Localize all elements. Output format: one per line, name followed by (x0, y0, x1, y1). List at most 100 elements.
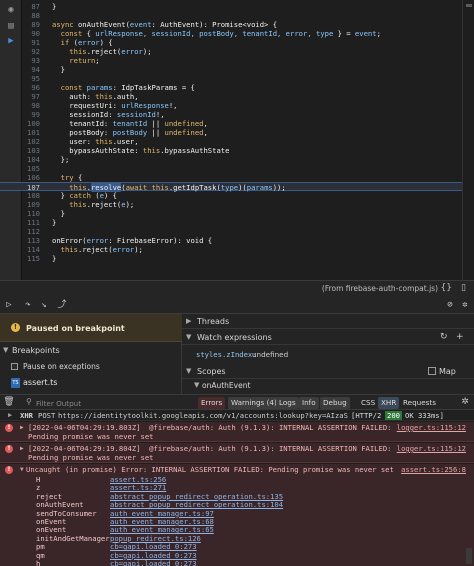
code-line[interactable]: 90 const { urlResponse, sessionId, postB… (0, 29, 474, 38)
line-number[interactable]: 106 (22, 173, 40, 182)
line-number[interactable]: 112 (22, 227, 40, 236)
code-line[interactable]: 87} (0, 2, 474, 11)
stack-frame[interactable]: h cb=gapi.loaded_0:273 (0, 559, 474, 566)
code-editor[interactable]: ◉ ▤ ▶ 87} 88 89 async onAuthEvent(event: Au… (0, 0, 474, 280)
stack-frame-location[interactable]: cb=gapi.loaded_0:273 (110, 559, 197, 566)
breakpoints-section-header[interactable]: ▼ Breakpoints (0, 344, 182, 358)
line-number[interactable]: 101 (22, 128, 40, 137)
code-line[interactable]: 109 this.reject(e); (0, 200, 474, 209)
network-request-row[interactable]: ▶ XHR POST https://identitytoolkit.googl… (0, 410, 474, 421)
errors-filter-button[interactable]: Errors (198, 397, 226, 409)
code-line[interactable]: 99 sessionId: sessionId!, (0, 110, 474, 119)
refresh-icon[interactable]: ↻ (440, 332, 448, 342)
expand-triangle-icon[interactable]: ▶ (8, 411, 12, 419)
code-line-current[interactable]: 107 this.resolve(await this.getIdpTask(t… (0, 182, 474, 192)
resume-icon[interactable]: ▷ (3, 299, 15, 311)
step-into-icon[interactable]: ↘ (38, 299, 50, 311)
line-number[interactable]: 102 (22, 137, 40, 146)
pause-on-exceptions-row[interactable]: Pause on exceptions (0, 360, 182, 374)
code-line[interactable]: 94 } (0, 65, 474, 74)
line-number[interactable]: 113 (22, 236, 40, 245)
code-line[interactable]: 110 } (0, 209, 474, 218)
info-filter-button[interactable]: Info (299, 397, 319, 409)
code-line[interactable]: 100 tenantId: tenantId || undefined, (0, 119, 474, 128)
code-line[interactable]: 105 (0, 164, 474, 173)
uncaught-error-message[interactable]: ! ▼ Uncaught (in promise) Error: INTERNA… (0, 464, 474, 566)
error-source-link[interactable]: logger.ts:115:12 (397, 444, 466, 453)
breakpoint-file-row[interactable]: TS assert.ts (0, 376, 182, 390)
code-line[interactable]: 91 if (error) { (0, 38, 474, 47)
requests-filter-button[interactable]: Requests (400, 397, 439, 409)
code-line[interactable]: 89 async onAuthEvent(event: AuthEvent): P… (0, 20, 474, 29)
line-number[interactable]: 114 (22, 245, 40, 254)
line-number[interactable]: 94 (22, 65, 40, 74)
watch-section-header[interactable]: ▼ Watch expressions ↻ + (182, 330, 474, 345)
line-number[interactable]: 115 (22, 254, 40, 263)
expand-triangle-icon[interactable]: ▶ (20, 424, 24, 431)
logs-filter-button[interactable]: Logs (276, 397, 299, 409)
line-number[interactable]: 98 (22, 101, 40, 110)
step-out-icon[interactable]: ⤴ (56, 299, 68, 311)
line-number[interactable]: 87 (22, 2, 40, 11)
add-watch-icon[interactable]: + (456, 332, 464, 342)
clear-console-icon[interactable]: 🗑 (3, 396, 15, 408)
pause-on-exceptions-checkbox[interactable] (11, 363, 18, 370)
code-line[interactable]: 102 user: this.user, (0, 137, 474, 146)
line-number[interactable]: 93 (22, 56, 40, 65)
css-filter-button[interactable]: CSS (358, 397, 378, 409)
code-line[interactable]: 101 postBody: postBody || undefined, (0, 128, 474, 137)
code-line[interactable]: 95 (0, 74, 474, 83)
deactivate-breakpoints-icon[interactable]: ⊘ (444, 299, 456, 311)
line-number[interactable]: 96 (22, 83, 40, 92)
console-output[interactable]: ▶ XHR POST https://identitytoolkit.googl… (0, 410, 474, 566)
code-line[interactable]: 104 }; (0, 155, 474, 164)
line-number[interactable]: 108 (22, 191, 40, 200)
code-line[interactable]: 93 return; (0, 56, 474, 65)
code-line[interactable]: 108 } catch (e) { (0, 191, 474, 200)
line-number[interactable]: 100 (22, 119, 40, 128)
editor-scrollbar[interactable] (462, 0, 474, 280)
code-line[interactable]: 111} (0, 218, 474, 227)
line-number[interactable]: 97 (22, 92, 40, 101)
scope-item[interactable]: ▼ onAuthEvent (182, 380, 474, 392)
code-line[interactable]: 96 const params: IdpTaskParams = { (0, 83, 474, 92)
toggle-pane-icon[interactable]: ▯ (461, 283, 466, 293)
console-settings-icon[interactable]: ✲ (459, 396, 471, 408)
code-line[interactable]: 97 auth: this.auth, (0, 92, 474, 101)
line-number[interactable]: 104 (22, 155, 40, 164)
error-source-link[interactable]: logger.ts:115:12 (397, 423, 466, 432)
line-number[interactable]: 109 (22, 200, 40, 209)
code-line[interactable]: 114 this.reject(error); (0, 245, 474, 254)
threads-section-header[interactable]: ▶ Threads (182, 314, 474, 329)
line-number[interactable]: 91 (22, 38, 40, 47)
line-number[interactable]: 92 (22, 47, 40, 56)
code-line[interactable]: 106 try { (0, 173, 474, 182)
code-line[interactable]: 92 this.reject(error); (0, 47, 474, 56)
code-line[interactable]: 115} (0, 254, 474, 263)
line-number[interactable]: 103 (22, 146, 40, 155)
step-over-icon[interactable]: ↷ (22, 299, 34, 311)
scroll-thumb[interactable] (466, 4, 472, 7)
code-line[interactable]: 112 (0, 227, 474, 236)
request-url[interactable]: https://identitytoolkit.googleapis.com/v… (58, 411, 348, 420)
line-number[interactable]: 89 (22, 20, 40, 29)
line-number[interactable]: 95 (22, 74, 40, 83)
console-error-message[interactable]: ! ▶ [2022-04-06T04:29:19.804Z] @firebase… (0, 443, 474, 463)
map-checkbox[interactable] (428, 367, 436, 375)
expand-triangle-icon[interactable]: ▼ (20, 466, 24, 473)
line-number[interactable]: 88 (22, 11, 40, 20)
debug-filter-button[interactable]: Debug (320, 397, 350, 409)
line-number[interactable]: 99 (22, 110, 40, 119)
filter-output-input[interactable] (36, 398, 136, 408)
line-number[interactable]: 111 (22, 218, 40, 227)
expand-triangle-icon[interactable]: ▶ (20, 445, 24, 452)
line-number[interactable]: 90 (22, 29, 40, 38)
code-line[interactable]: 88 (0, 11, 474, 20)
line-number[interactable]: 105 (22, 164, 40, 173)
settings-gear-icon[interactable]: ✲ (459, 299, 471, 311)
console-error-message[interactable]: ! ▶ [2022-04-06T04:29:19.803Z] @firebase… (0, 422, 474, 442)
line-number[interactable]: 110 (22, 209, 40, 218)
scopes-section-header[interactable]: ▼ Scopes Map (182, 364, 474, 379)
source-mapping-text[interactable]: (From firebase-auth-compat.js) (322, 284, 438, 293)
warnings-filter-button[interactable]: Warnings (4) (228, 397, 280, 409)
